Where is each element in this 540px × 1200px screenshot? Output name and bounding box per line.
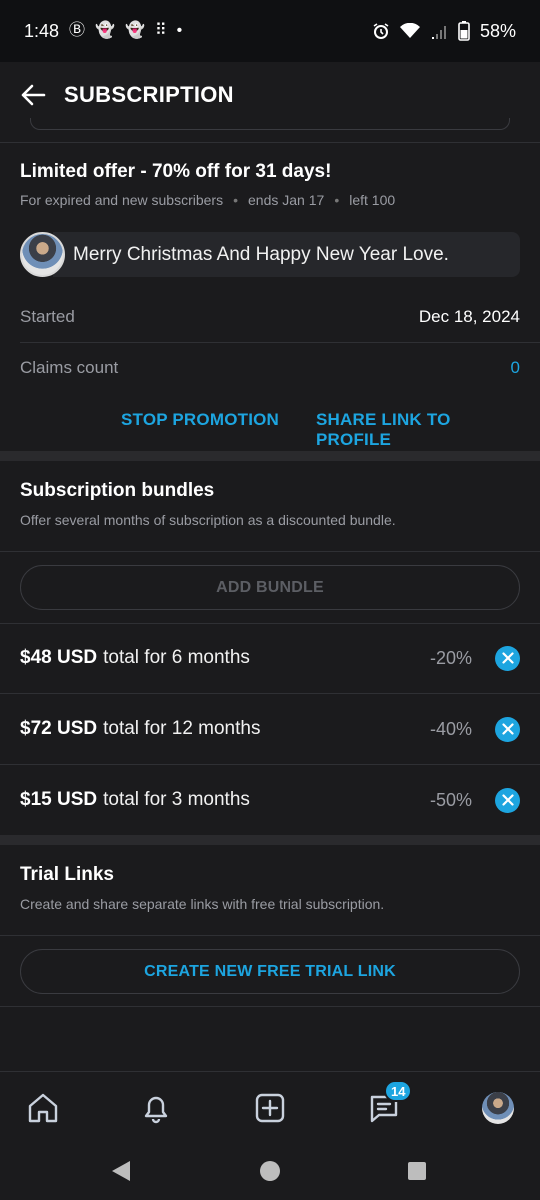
- bundle-duration: total for 6 months: [103, 647, 250, 668]
- section-separator: [0, 835, 540, 845]
- claims-label: Claims count: [20, 358, 119, 377]
- nav-notifications[interactable]: [138, 1090, 174, 1126]
- remove-bundle-button[interactable]: [495, 645, 520, 671]
- bundle-discount: -50%: [429, 789, 472, 810]
- started-row: Started Dec 18, 2024: [20, 305, 520, 329]
- bundle-duration: total for 12 months: [103, 718, 261, 739]
- system-home-icon[interactable]: [260, 1161, 280, 1181]
- started-label: Started: [20, 307, 75, 326]
- notification-b-icon: Ⓑ: [69, 22, 86, 39]
- alarm-icon: [373, 23, 389, 39]
- bundle-duration: total for 3 months: [103, 789, 250, 810]
- stop-promotion-button[interactable]: STOP PROMOTION: [121, 410, 279, 430]
- dot-icon: •: [176, 22, 183, 39]
- profile-avatar: [482, 1092, 514, 1124]
- promotion-audience: For expired and new subscribers: [20, 192, 224, 208]
- started-value: Dec 18, 2024: [418, 307, 520, 326]
- grid-icon: ⠿: [154, 22, 167, 39]
- promotion-left: left 100: [349, 192, 396, 208]
- status-time: 1:48: [24, 20, 60, 41]
- promotion-message-text: Merry Christmas And Happy New Year Love.: [53, 232, 520, 277]
- create-trial-link-button[interactable]: CREATE NEW FREE TRIAL LINK: [20, 949, 520, 994]
- system-back-icon[interactable]: [112, 1161, 130, 1181]
- bundle-discount: -40%: [429, 718, 472, 739]
- remove-bundle-button[interactable]: [495, 716, 520, 742]
- previous-card-edge: [30, 118, 510, 130]
- promotion-meta: For expired and new subscribers • ends J…: [20, 192, 395, 208]
- bundle-price: $15 USD: [20, 789, 98, 810]
- divider: [20, 342, 540, 343]
- bell-icon: [144, 1096, 168, 1124]
- nav-new-post[interactable]: [252, 1090, 288, 1126]
- remove-bundle-button[interactable]: [495, 787, 520, 813]
- messages-badge: 14: [384, 1080, 413, 1102]
- divider: [0, 1006, 540, 1007]
- bundle-discount: -20%: [429, 647, 472, 668]
- add-post-icon: [255, 1093, 285, 1123]
- divider: [0, 935, 540, 936]
- battery-percent: 58%: [479, 20, 516, 41]
- section-separator: [0, 451, 540, 461]
- back-arrow-icon[interactable]: [20, 83, 46, 107]
- trial-links-subtitle: Create and share separate links with fre…: [20, 896, 385, 912]
- close-icon: [501, 652, 514, 664]
- nav-messages[interactable]: 14: [366, 1080, 413, 1126]
- bundles-title: Subscription bundles: [20, 480, 215, 501]
- page-title: SUBSCRIPTION: [64, 82, 234, 107]
- bundle-row: $48 USD total for 6 months -20%: [20, 623, 520, 693]
- snapchat-icon: 👻: [95, 22, 115, 39]
- wifi-icon: [399, 23, 420, 38]
- separator-dot: •: [233, 192, 239, 208]
- system-recents-icon[interactable]: [408, 1162, 426, 1180]
- divider: [0, 551, 540, 552]
- bundle-price: $72 USD: [20, 718, 98, 739]
- bundle-row: $72 USD total for 12 months -40%: [20, 694, 520, 764]
- share-link-button[interactable]: SHARE LINK TO PROFILE: [316, 410, 520, 450]
- close-icon: [501, 723, 514, 735]
- status-bar: 1:48 Ⓑ 👻 👻 ⠿ • 58%: [0, 0, 540, 62]
- home-icon: [28, 1093, 58, 1123]
- trial-links-title: Trial Links: [20, 864, 114, 885]
- bundle-price: $48 USD: [20, 647, 98, 668]
- add-bundle-button[interactable]: ADD BUNDLE: [20, 565, 520, 610]
- bundle-row: $15 USD total for 3 months -50%: [20, 765, 520, 835]
- promotion-title: Limited offer - 70% off for 31 days!: [20, 161, 332, 182]
- battery-icon: [458, 21, 470, 41]
- close-icon: [501, 794, 514, 806]
- avatar: [20, 232, 65, 277]
- claims-count-link[interactable]: 0: [511, 358, 520, 378]
- nav-profile[interactable]: [480, 1090, 516, 1126]
- promotion-message: Merry Christmas And Happy New Year Love.: [20, 232, 520, 277]
- separator-dot: •: [334, 192, 340, 208]
- promotion-actions: STOP PROMOTION SHARE LINK TO PROFILE: [20, 410, 520, 449]
- bundles-subtitle: Offer several months of subscription as …: [20, 512, 396, 528]
- bottom-nav: 14: [0, 1071, 540, 1141]
- claims-row: Claims count 0: [20, 356, 520, 380]
- snapchat-icon: 👻: [124, 22, 145, 39]
- signal-icon: [431, 26, 446, 39]
- promotion-ends: ends Jan 17: [248, 192, 325, 208]
- divider: [0, 142, 540, 143]
- system-nav-bar: [0, 1141, 540, 1200]
- nav-home[interactable]: [25, 1090, 61, 1126]
